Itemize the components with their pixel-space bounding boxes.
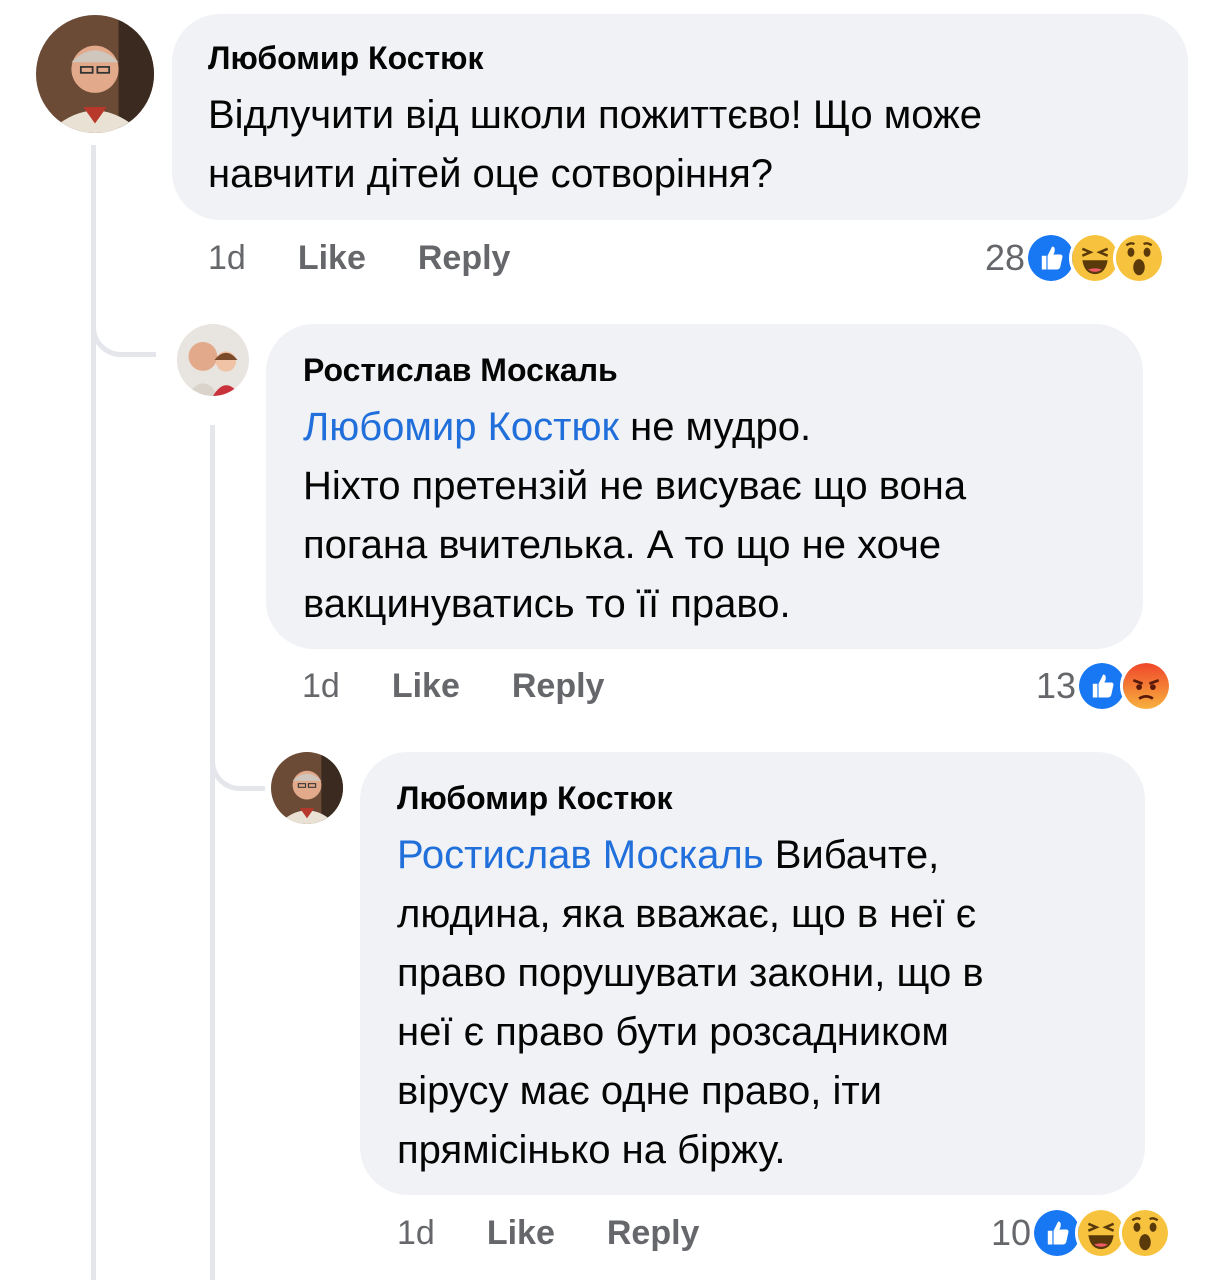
comment-text-segment: не мудро. — [618, 405, 812, 449]
reaction-summary[interactable]: 13 — [1036, 660, 1173, 712]
thread-connector-2 — [210, 730, 265, 791]
wow-icon — [1113, 232, 1166, 284]
reply-button[interactable]: Reply — [607, 1214, 700, 1253]
like-button[interactable]: Like — [487, 1214, 555, 1253]
comment-author[interactable]: Ростислав Москаль — [303, 350, 1106, 390]
comment-actions: 1d Like Reply — [302, 661, 604, 711]
reaction-count: 13 — [1036, 665, 1077, 706]
comment-bubble: Любомир Костюк Ростислав Москаль Вибачте… — [360, 752, 1145, 1195]
comment-text-line: навчити дітей оце сотворіння? — [208, 152, 774, 196]
comment-timestamp[interactable]: 1d — [208, 239, 246, 278]
like-button[interactable]: Like — [298, 239, 366, 278]
comment-text-segment: Вибачте, — [763, 833, 940, 877]
comment-timestamp[interactable]: 1d — [397, 1214, 435, 1253]
comment-text-line: вірусу має одне право, іти — [397, 1069, 882, 1113]
angry-icon — [1120, 660, 1173, 712]
reaction-summary[interactable]: 10 — [991, 1207, 1172, 1259]
avatar[interactable] — [271, 752, 343, 824]
reaction-summary[interactable]: 28 — [985, 232, 1166, 284]
comment-actions: 1d Like Reply — [208, 233, 510, 283]
mention-link[interactable]: Ростислав Москаль — [397, 833, 764, 877]
comment-text-line: погана вчителька. А то що не хоче — [303, 523, 942, 567]
comment-timestamp[interactable]: 1d — [302, 667, 340, 706]
comment-author[interactable]: Любомир Костюк — [208, 38, 1152, 78]
reply-button[interactable]: Reply — [512, 667, 605, 706]
comment-text: Любомир Костюк не мудро. Ніхто претензій… — [303, 398, 1106, 634]
comment-text-line: людина, яка вважає, що в неї є — [397, 892, 977, 936]
comment-text: Ростислав Москаль Вибачте, людина, яка в… — [397, 826, 1108, 1180]
comment-bubble: Любомир Костюк Відлучити від школи пожит… — [172, 14, 1188, 220]
comment-text-line: прямісінько на біржу. — [397, 1128, 786, 1172]
comment-actions: 1d Like Reply — [397, 1208, 699, 1258]
comment-author[interactable]: Любомир Костюк — [397, 778, 1108, 818]
reaction-count: 28 — [985, 237, 1026, 278]
reply-button[interactable]: Reply — [418, 239, 511, 278]
avatar[interactable] — [36, 15, 154, 133]
comment-text-line: вакцинуватись то її право. — [303, 582, 791, 626]
reaction-count: 10 — [991, 1212, 1032, 1253]
avatar[interactable] — [177, 324, 249, 396]
thread-connector-1 — [91, 300, 156, 357]
comment-text-line: неї є право бути розсадником — [397, 1010, 949, 1054]
comment-text: Відлучити від школи пожиттєво! Що може н… — [208, 86, 1152, 204]
comment-text-line: Любомир Костюк не мудро. — [303, 398, 1106, 457]
like-button[interactable]: Like — [392, 667, 460, 706]
comment-text-line: Ніхто претензій не висуває що вона — [303, 464, 967, 508]
mention-link[interactable]: Любомир Костюк — [303, 405, 619, 449]
comment-text-line: Відлучити від школи пожиттєво! Що може — [208, 93, 983, 137]
thread-line-reply — [210, 425, 215, 1280]
comment-text-line: Ростислав Москаль Вибачте, — [397, 826, 1108, 885]
comment-text-line: право порушувати закони, що в — [397, 951, 984, 995]
comment-bubble: Ростислав Москаль Любомир Костюк не мудр… — [266, 324, 1143, 649]
wow-icon — [1119, 1207, 1172, 1259]
